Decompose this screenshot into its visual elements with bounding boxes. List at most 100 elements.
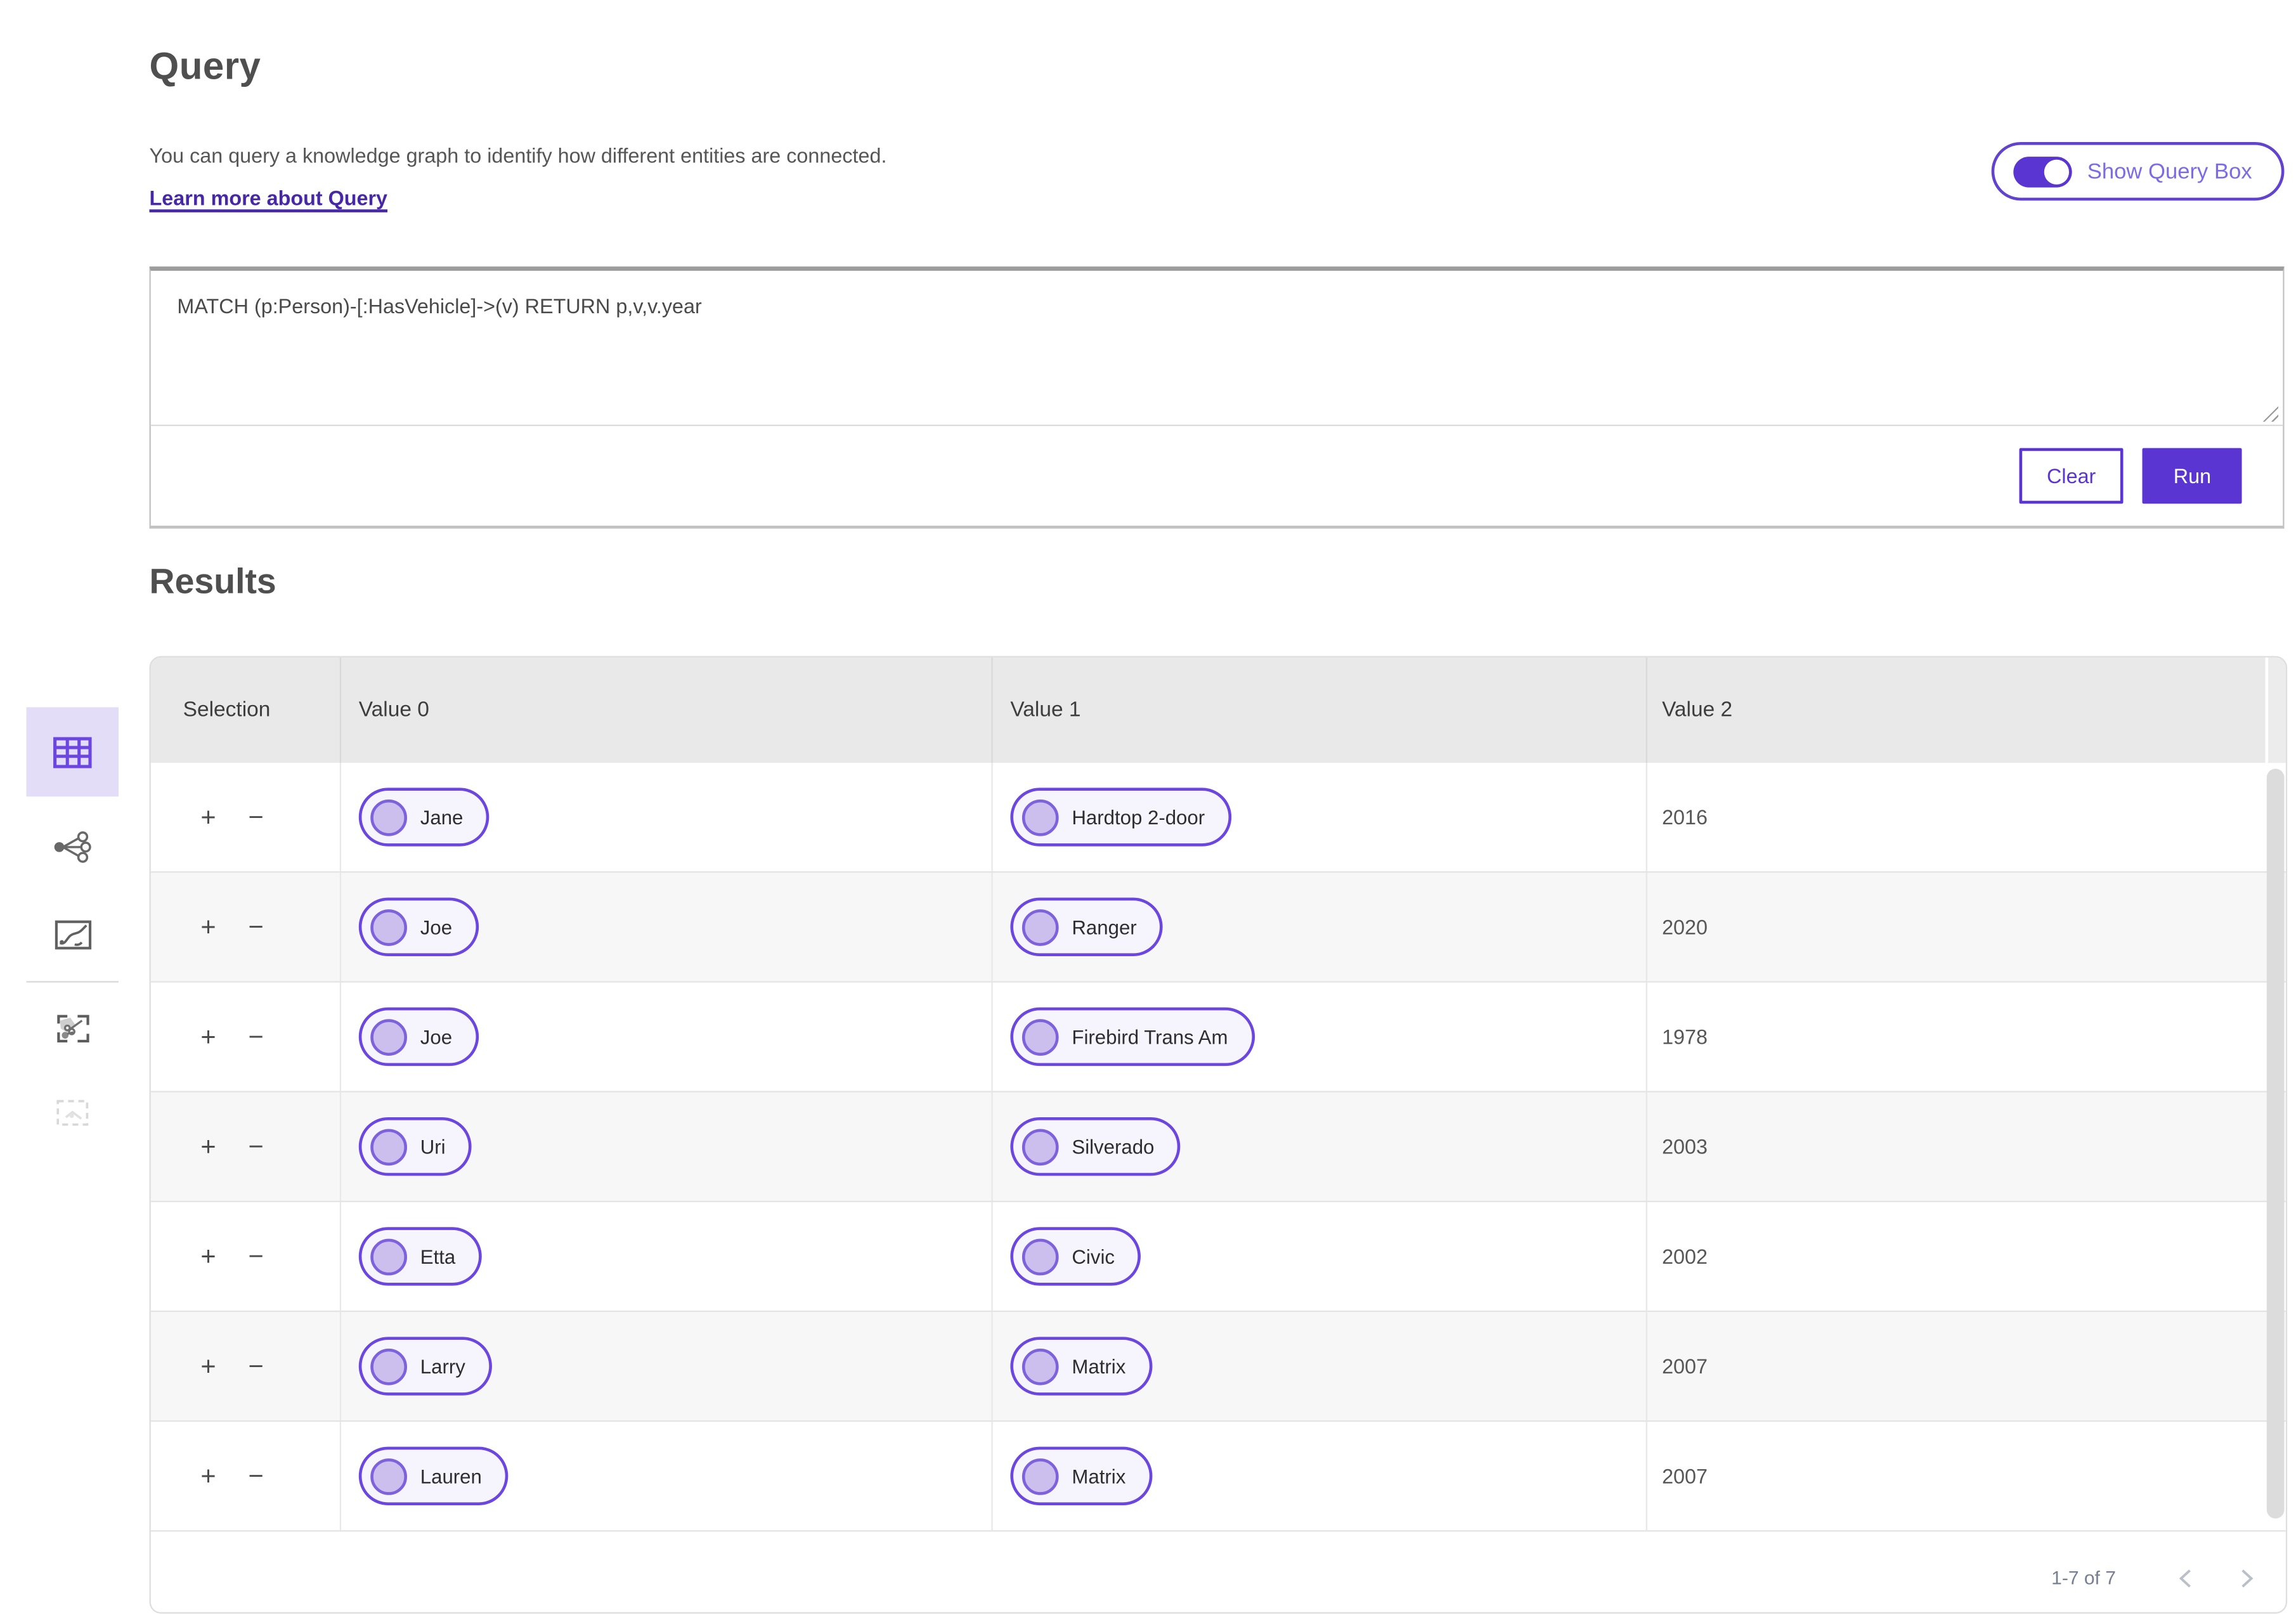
sidebar-divider [26, 981, 119, 983]
pagination-range-label: 1-7 of 7 [2051, 1566, 2116, 1589]
table-row: + − Larry Matrix 2007 [150, 1310, 2286, 1421]
entity-chip[interactable]: Matrix [1010, 1446, 1152, 1505]
selection-disabled-icon [56, 1099, 88, 1126]
remove-from-selection-button[interactable]: − [248, 804, 263, 831]
entity-chip-label: Ranger [1072, 916, 1137, 938]
value2-cell: 2007 [1647, 1312, 2286, 1420]
value2-cell: 2003 [1647, 1093, 2286, 1201]
entity-chip-label: Uri [420, 1135, 446, 1158]
year-value: 2007 [1662, 1354, 1708, 1378]
entity-chip-label: Civic [1072, 1245, 1115, 1268]
remove-from-selection-button[interactable]: − [248, 1463, 263, 1489]
value2-cell: 2016 [1647, 763, 2286, 871]
entity-chip[interactable]: Matrix [1010, 1337, 1152, 1396]
results-title: Results [149, 562, 276, 602]
sidebar-item-graph-view[interactable] [27, 827, 119, 866]
entity-chip-label: Jane [420, 806, 464, 828]
value0-cell: Jane [341, 763, 993, 872]
add-to-selection-button[interactable]: + [200, 1463, 216, 1489]
remove-from-selection-button[interactable]: − [248, 1133, 263, 1160]
results-view-sidebar [26, 707, 119, 1132]
table-scrollbar-thumb[interactable] [2266, 769, 2285, 1519]
show-query-box-toggle[interactable]: Show Query Box [1992, 142, 2285, 201]
remove-from-selection-button[interactable]: − [248, 914, 263, 940]
entity-chip[interactable]: Joe [358, 897, 479, 956]
table-scrollbar-track [2265, 657, 2286, 763]
query-input[interactable]: MATCH (p:Person)-[:HasVehicle]->(v) RETU… [150, 271, 2283, 427]
add-to-selection-button[interactable]: + [200, 914, 216, 940]
value0-cell: Joe [341, 872, 993, 982]
entity-chip[interactable]: Silverado [1010, 1117, 1181, 1176]
entity-chip[interactable]: Joe [358, 1007, 479, 1067]
entity-chip-label: Joe [420, 1025, 453, 1048]
add-to-selection-button[interactable]: + [200, 804, 216, 831]
entity-chip[interactable]: Jane [358, 788, 490, 846]
toggle-switch-icon[interactable] [2014, 155, 2073, 187]
learn-more-link[interactable]: Learn more about Query [150, 186, 387, 209]
query-actions: Clear Run [151, 426, 2283, 524]
year-value: 2020 [1662, 915, 1708, 939]
run-button[interactable]: Run [2143, 447, 2242, 503]
entity-node-icon [370, 798, 407, 836]
value2-cell: 2007 [1647, 1422, 2286, 1530]
table-row: + − Joe Ranger 2020 [150, 871, 2286, 982]
query-panel: MATCH (p:Person)-[:HasVehicle]->(v) RETU… [149, 266, 2285, 529]
clear-button[interactable]: Clear [2019, 447, 2124, 503]
sidebar-item-selection-graph[interactable] [27, 1009, 119, 1047]
table-row: + − Etta Civic 2002 [150, 1200, 2286, 1311]
value1-cell: Ranger [993, 872, 1647, 982]
selection-cell: + − [151, 872, 342, 982]
selection-cell: + − [151, 1092, 342, 1201]
entity-chip[interactable]: Uri [358, 1117, 472, 1176]
year-value: 2016 [1662, 805, 1708, 829]
value1-cell: Firebird Trans Am [993, 982, 1647, 1091]
year-value: 2007 [1662, 1464, 1708, 1488]
entity-chip-label: Etta [420, 1245, 456, 1268]
value1-cell: Civic [993, 1202, 1647, 1311]
value1-cell: Matrix [993, 1312, 1647, 1421]
value0-cell: Larry [341, 1312, 993, 1421]
entity-chip-label: Joe [420, 916, 453, 938]
value0-cell: Etta [341, 1202, 993, 1311]
remove-from-selection-button[interactable]: − [248, 1243, 263, 1270]
add-to-selection-button[interactable]: + [200, 1133, 216, 1160]
entity-chip[interactable]: Etta [358, 1227, 482, 1286]
entity-chip[interactable]: Hardtop 2-door [1010, 788, 1231, 846]
entity-chip-label: Matrix [1072, 1355, 1126, 1377]
page-description: You can query a knowledge graph to ident… [149, 143, 887, 167]
value1-cell: Hardtop 2-door [993, 763, 1647, 872]
chevron-right-icon [2241, 1569, 2253, 1587]
entity-node-icon [1022, 798, 1059, 836]
entity-chip[interactable]: Larry [358, 1337, 492, 1396]
selection-cell: + − [151, 982, 342, 1091]
entity-chip[interactable]: Lauren [358, 1446, 509, 1505]
sidebar-item-map-route-view[interactable] [27, 915, 119, 953]
selection-cell: + − [151, 763, 342, 872]
results-table: Selection Value 0 Value 1 Value 2 + − Ja… [149, 656, 2288, 1614]
add-to-selection-button[interactable]: + [200, 1023, 216, 1050]
page: Query You can query a knowledge graph to… [0, 0, 2296, 1615]
table-header-row: Selection Value 0 Value 1 Value 2 [150, 657, 2286, 763]
selection-graph-icon [56, 1014, 89, 1042]
pagination-prev-button[interactable] [2163, 1556, 2207, 1600]
entity-chip[interactable]: Civic [1010, 1227, 1141, 1286]
column-header-value2: Value 2 [1662, 698, 1733, 722]
table-view-icon [53, 736, 92, 768]
pagination-next-button[interactable] [2224, 1556, 2268, 1600]
remove-from-selection-button[interactable]: − [248, 1353, 263, 1380]
year-value: 2003 [1662, 1134, 1708, 1158]
toggle-knob[interactable] [2044, 159, 2070, 184]
column-header-selection: Selection [151, 657, 342, 763]
entity-chip[interactable]: Ranger [1010, 897, 1164, 956]
add-to-selection-button[interactable]: + [200, 1243, 216, 1270]
entity-chip-label: Hardtop 2-door [1072, 806, 1205, 828]
table-row: + − Uri Silverado 2003 [150, 1091, 2286, 1201]
value2-cell: 2020 [1647, 872, 2286, 981]
add-to-selection-button[interactable]: + [200, 1353, 216, 1380]
year-value: 1978 [1662, 1025, 1708, 1049]
entity-node-icon [370, 908, 407, 945]
entity-node-icon [370, 1018, 407, 1055]
sidebar-item-table-view[interactable] [26, 707, 119, 797]
remove-from-selection-button[interactable]: − [248, 1023, 263, 1050]
entity-chip[interactable]: Firebird Trans Am [1010, 1007, 1254, 1067]
